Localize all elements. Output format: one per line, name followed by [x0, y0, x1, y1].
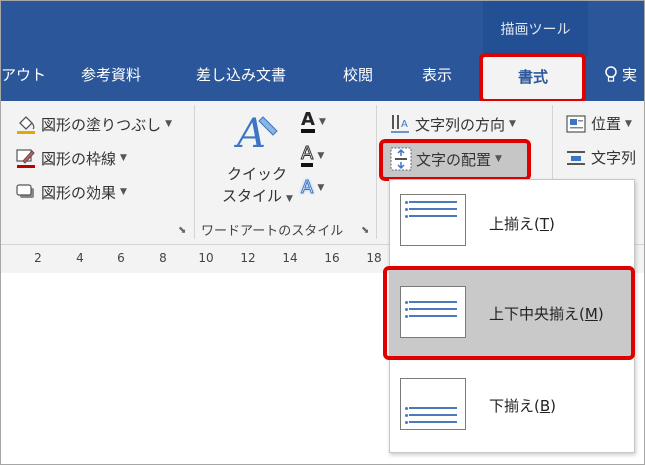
align-bottom-option[interactable]: 下揃え(B)	[390, 360, 634, 446]
tab-format[interactable]: 書式	[483, 55, 583, 101]
shape-outline-label: 図形の枠線	[41, 149, 117, 168]
shape-outline-button[interactable]: 図形の枠線 ▼	[15, 147, 127, 169]
ruler-tick-label: 2	[34, 251, 42, 265]
chevron-down-icon: ▼	[286, 194, 293, 204]
quick-style-label-line1: クイック	[226, 165, 287, 183]
ruler-tick-label: 10	[198, 251, 214, 265]
ruler-tick-label: 14	[282, 251, 298, 265]
text-align-dropdown-menu: 上揃え(T) 上下中央揃え(M) 下揃え(B)	[389, 179, 635, 453]
shape-effects-button[interactable]: 図形の効果 ▼	[15, 181, 127, 203]
ruler-tick-label: 6	[117, 251, 125, 265]
wordart-group-label: ワードアートのスタイル	[201, 224, 344, 239]
shape-fill-label: 図形の塗りつぶし	[41, 115, 162, 134]
context-header-label: 描画ツール	[500, 22, 571, 38]
chevron-down-icon: ▼	[509, 119, 516, 129]
shape-effects-label: 図形の効果	[41, 183, 117, 202]
text-direction-label: 文字列の方向	[415, 115, 506, 134]
text-direction-icon: A	[391, 115, 409, 133]
text-direction-button[interactable]: A 文字列の方向 ▼	[389, 113, 516, 135]
quick-style-label-line2: スタイル	[222, 187, 283, 205]
align-middle-icon	[400, 286, 466, 338]
group-separator	[194, 105, 195, 239]
ruler-tick-label: 8	[159, 251, 167, 265]
shape-effects-icon	[16, 184, 34, 198]
tab-references[interactable]: 参考資料	[81, 64, 141, 86]
tab-mailings[interactable]: 差し込み文書	[196, 64, 286, 86]
text-fill-icon: A	[301, 111, 315, 133]
text-outline-button[interactable]: A ▼	[300, 144, 325, 167]
text-outline-icon: A	[300, 144, 314, 167]
ruler-tick-label: 16	[324, 251, 340, 265]
tab-review[interactable]: 校閲	[343, 64, 373, 86]
tab-tell-me[interactable]: 実	[604, 64, 637, 86]
text-effects-button[interactable]: A ▼	[300, 177, 325, 198]
align-middle-option[interactable]: 上下中央揃え(M)	[390, 270, 634, 356]
tell-me-label: 実	[622, 66, 638, 84]
ruler-tick-label: 18	[366, 251, 382, 265]
quick-style-button[interactable]: クイック スタイル ▼	[222, 163, 293, 210]
position-button[interactable]: 位置 ▼	[565, 113, 632, 134]
group-separator	[376, 105, 377, 239]
chevron-down-icon: ▼	[165, 119, 173, 129]
ruler-tick-label: 12	[240, 251, 256, 265]
align-bottom-label: 下揃え(B)	[489, 397, 557, 415]
chevron-down-icon: ▼	[120, 187, 127, 197]
text-fill-button[interactable]: A ▼	[301, 111, 326, 133]
text-effects-icon: A	[300, 177, 314, 198]
lightbulb-icon	[605, 66, 617, 82]
align-middle-label: 上下中央揃え(M)	[489, 305, 604, 323]
wrap-text-button[interactable]: 文字列	[565, 147, 636, 168]
align-top-option[interactable]: 上揃え(T)	[390, 180, 634, 266]
tab-layout-partial[interactable]: アウト	[1, 64, 46, 86]
chevron-down-icon: ▼	[317, 183, 325, 193]
position-icon	[566, 114, 586, 133]
wrap-text-icon	[567, 150, 585, 165]
ruler-tick-label: 4	[76, 251, 84, 265]
align-top-label: 上揃え(T)	[489, 215, 555, 233]
document-area[interactable]	[1, 273, 389, 464]
chevron-down-icon: ▼	[317, 151, 325, 161]
chevron-down-icon: ▼	[625, 118, 632, 129]
shape-fill-button[interactable]: 図形の塗りつぶし ▼	[15, 113, 172, 135]
drawing-tools-context-header: 描画ツール	[483, 1, 588, 56]
quick-style-icon: A	[233, 109, 283, 157]
pencil-outline-icon	[16, 149, 35, 168]
paint-bucket-icon	[17, 116, 35, 134]
chevron-down-icon: ▼	[318, 117, 326, 127]
text-align-icon	[390, 147, 412, 171]
text-align-button[interactable]: 文字の配置 ▼	[390, 147, 502, 171]
position-label: 位置	[591, 115, 622, 133]
dialog-launcher-icon[interactable]: ⬊	[361, 225, 369, 236]
dialog-launcher-icon[interactable]: ⬊	[178, 225, 186, 236]
window-frame: 描画ツール アウト 参考資料 差し込み文書 校閲 表示 書式 実 図形の塗りつぶ…	[0, 0, 645, 465]
chevron-down-icon: ▼	[495, 154, 502, 164]
wrap-text-label: 文字列	[591, 149, 637, 167]
align-top-icon	[400, 194, 466, 246]
align-bottom-icon	[400, 378, 466, 430]
tab-view[interactable]: 表示	[422, 64, 452, 86]
svg-text:A: A	[401, 119, 408, 130]
svg-text:A: A	[233, 111, 266, 155]
chevron-down-icon: ▼	[120, 153, 127, 163]
ribbon-tab-bar: 描画ツール アウト 参考資料 差し込み文書 校閲 表示 書式 実	[1, 1, 644, 101]
text-align-label: 文字の配置	[416, 150, 492, 169]
